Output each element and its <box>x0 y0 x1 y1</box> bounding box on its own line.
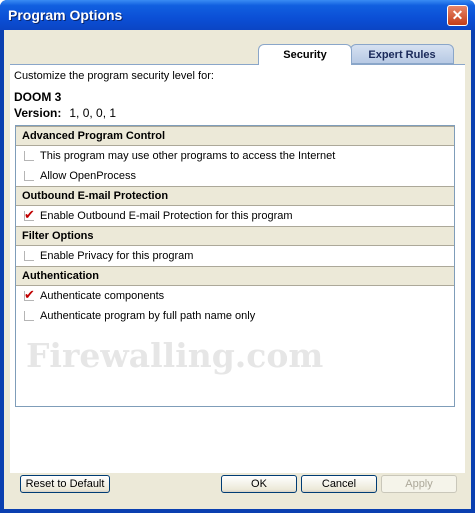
checkbox[interactable] <box>24 285 35 305</box>
option-label: Authenticate program by full path name o… <box>40 310 256 322</box>
option-label: Allow OpenProcess <box>40 170 136 182</box>
section-header-advanced-program-control: Advanced Program Control <box>16 126 454 146</box>
security-options-list: Advanced Program Control This program ma… <box>15 125 455 407</box>
section-header-filter-options: Filter Options <box>16 226 454 246</box>
checkbox[interactable] <box>24 311 34 321</box>
option-row[interactable]: Enable Outbound E-mail Protection for th… <box>16 205 454 226</box>
apply-button[interactable]: Apply <box>381 475 457 493</box>
section-header-authentication: Authentication <box>16 266 454 286</box>
reset-to-default-button[interactable]: Reset to Default <box>20 475 110 493</box>
option-row[interactable]: Authenticate components <box>16 285 454 306</box>
option-row[interactable]: This program may use other programs to a… <box>16 146 454 166</box>
tab-expert-rules[interactable]: Expert Rules <box>350 44 454 64</box>
program-options-window: Program Options ✕ Security Expert Rules … <box>0 0 475 513</box>
close-icon: ✕ <box>451 7 464 23</box>
option-label: Enable Outbound E-mail Protection for th… <box>40 210 293 222</box>
tab-security[interactable]: Security <box>258 44 352 65</box>
option-row[interactable]: Authenticate program by full path name o… <box>16 306 454 326</box>
option-label: Enable Privacy for this program <box>40 250 194 262</box>
option-label: This program may use other programs to a… <box>40 150 336 162</box>
program-name: DOOM 3 <box>14 90 62 104</box>
tab-strip: Security Expert Rules <box>4 30 471 70</box>
ok-button[interactable]: OK <box>221 475 297 493</box>
version-value: 1, 0, 0, 1 <box>69 106 117 120</box>
version-label: Version: <box>14 106 62 120</box>
checkbox[interactable] <box>24 151 34 161</box>
close-button[interactable]: ✕ <box>447 5 468 26</box>
cancel-button[interactable]: Cancel <box>301 475 377 493</box>
dialog-client-area: Security Expert Rules Customize the prog… <box>4 30 471 509</box>
intro-text: Customize the program security level for… <box>14 70 214 82</box>
checkbox[interactable] <box>24 205 35 225</box>
option-label: Authenticate components <box>40 290 165 302</box>
checkbox[interactable] <box>24 171 34 181</box>
title-bar[interactable]: Program Options ✕ <box>0 0 475 30</box>
watermark-text: Firewalling.com <box>26 336 324 375</box>
window-title: Program Options <box>8 7 123 23</box>
program-version: Version: 1, 0, 0, 1 <box>14 106 116 120</box>
option-row[interactable]: Enable Privacy for this program <box>16 246 454 266</box>
section-header-outbound-email-protection: Outbound E-mail Protection <box>16 186 454 206</box>
checkbox[interactable] <box>24 251 34 261</box>
option-row[interactable]: Allow OpenProcess <box>16 166 454 186</box>
